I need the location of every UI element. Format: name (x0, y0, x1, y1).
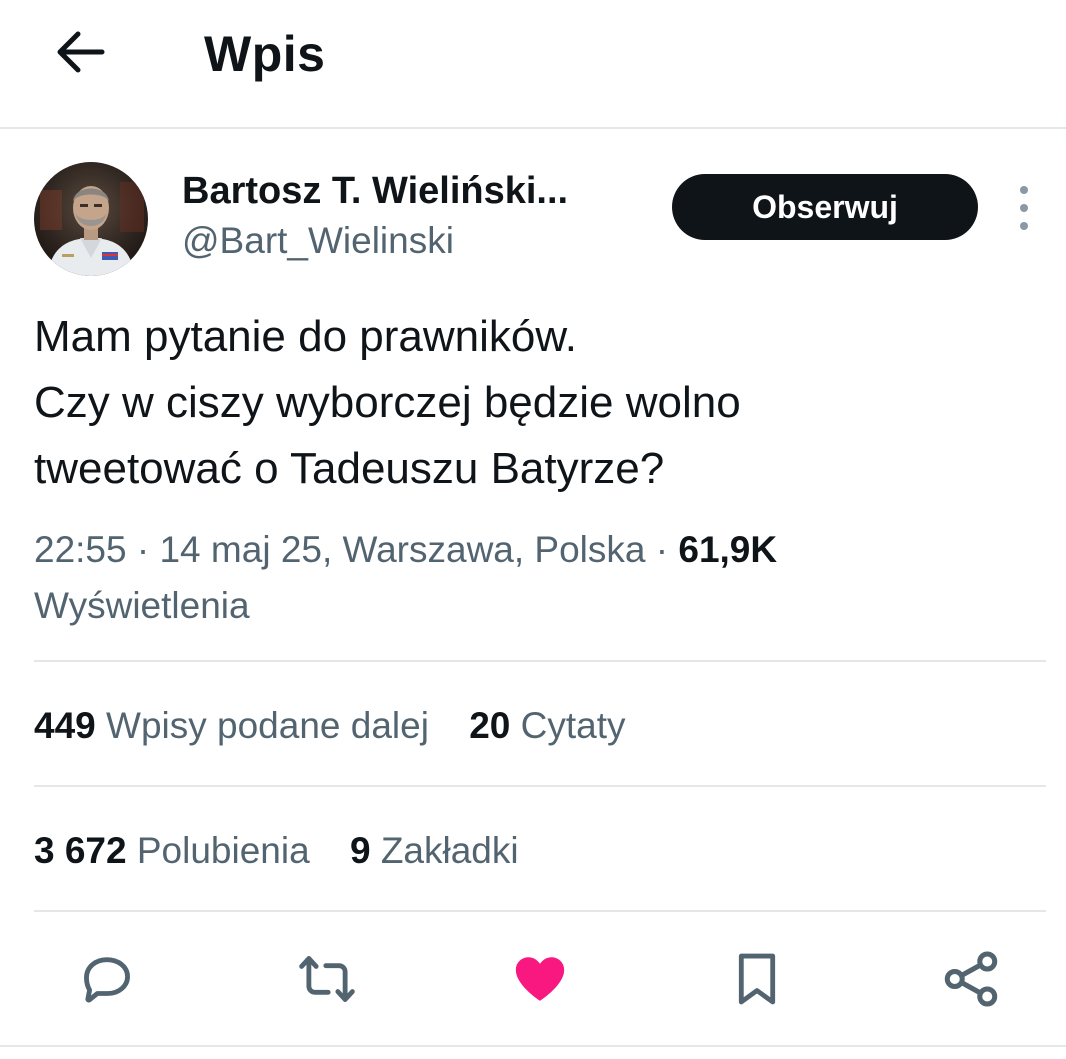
avatar[interactable] (34, 162, 148, 276)
tweet-date[interactable]: 14 maj 25 (159, 529, 322, 570)
author-name[interactable]: Bartosz T. Wieliński... (182, 168, 568, 214)
tweet-line: Czy w ciszy wyborczej będzie wolno (34, 378, 741, 427)
reply-button[interactable] (72, 944, 142, 1014)
reply-icon (84, 957, 130, 1003)
quotes-stat[interactable]: 20 Cytaty (469, 701, 625, 751)
arrow-left-icon (57, 31, 105, 73)
reposts-count: 449 (34, 705, 96, 746)
divider (34, 910, 1046, 912)
meta-separator: · (645, 529, 679, 570)
likes-label: Polubienia (136, 830, 310, 871)
page-title: Wpis (204, 26, 326, 82)
tweet-line: Mam pytanie do prawników. (34, 312, 577, 361)
tweet-meta: 22:55 · 14 maj 25, Warszawa, Polska · 61… (34, 522, 1034, 634)
repost-icon (299, 956, 355, 1002)
bookmarks-stat[interactable]: 9 Zakładki (350, 826, 519, 876)
divider (34, 785, 1046, 787)
bookmarks-count: 9 (349, 830, 371, 871)
divider (34, 660, 1046, 662)
share-icon (944, 951, 998, 1007)
divider (0, 1045, 1066, 1047)
share-button[interactable] (936, 944, 1006, 1014)
views-count: 61,9K (678, 529, 778, 570)
tweet-line: tweetować o Tadeuszu Batyrze? (34, 444, 665, 493)
meta-separator: · (126, 529, 160, 570)
views-label: Wyświetlenia (34, 585, 250, 626)
reposts-stat[interactable]: 449 Wpisy podane dalej (34, 701, 429, 751)
quotes-label: Cytaty (520, 705, 626, 746)
likes-stat[interactable]: 3 672 Polubienia (34, 826, 310, 876)
tweet-time[interactable]: 22:55 (34, 529, 127, 570)
stats-row-likes: 3 672 Polubienia 9 Zakładki (34, 826, 549, 876)
follow-button[interactable]: Obserwuj (672, 174, 978, 240)
tweet-location: , Warszawa, Polska (321, 529, 646, 570)
reposts-label: Wpisy podane dalej (106, 705, 429, 746)
top-bar: Wpis (0, 0, 1066, 129)
more-vertical-icon-dot (1020, 204, 1028, 212)
back-button[interactable] (50, 24, 110, 80)
more-vertical-icon (1020, 186, 1028, 194)
tweet-text: Mam pytanie do prawników. Czy w ciszy wy… (34, 304, 1034, 502)
repost-button[interactable] (292, 944, 362, 1014)
bookmark-button[interactable] (722, 944, 792, 1014)
profile-photo (34, 162, 148, 276)
heart-icon (515, 957, 565, 1001)
bookmark-icon (738, 953, 776, 1005)
quotes-count: 20 (469, 705, 511, 746)
more-vertical-icon-dot (1020, 222, 1028, 230)
action-bar (0, 944, 1066, 1020)
author-handle[interactable]: @Bart_Wielinski (182, 218, 454, 264)
like-button[interactable] (505, 944, 575, 1014)
likes-count: 3 672 (34, 830, 127, 871)
bookmarks-label: Zakładki (380, 830, 519, 871)
more-options-button[interactable] (1008, 186, 1040, 230)
stats-row-reposts: 449 Wpisy podane dalej 20 Cytaty (34, 701, 656, 751)
